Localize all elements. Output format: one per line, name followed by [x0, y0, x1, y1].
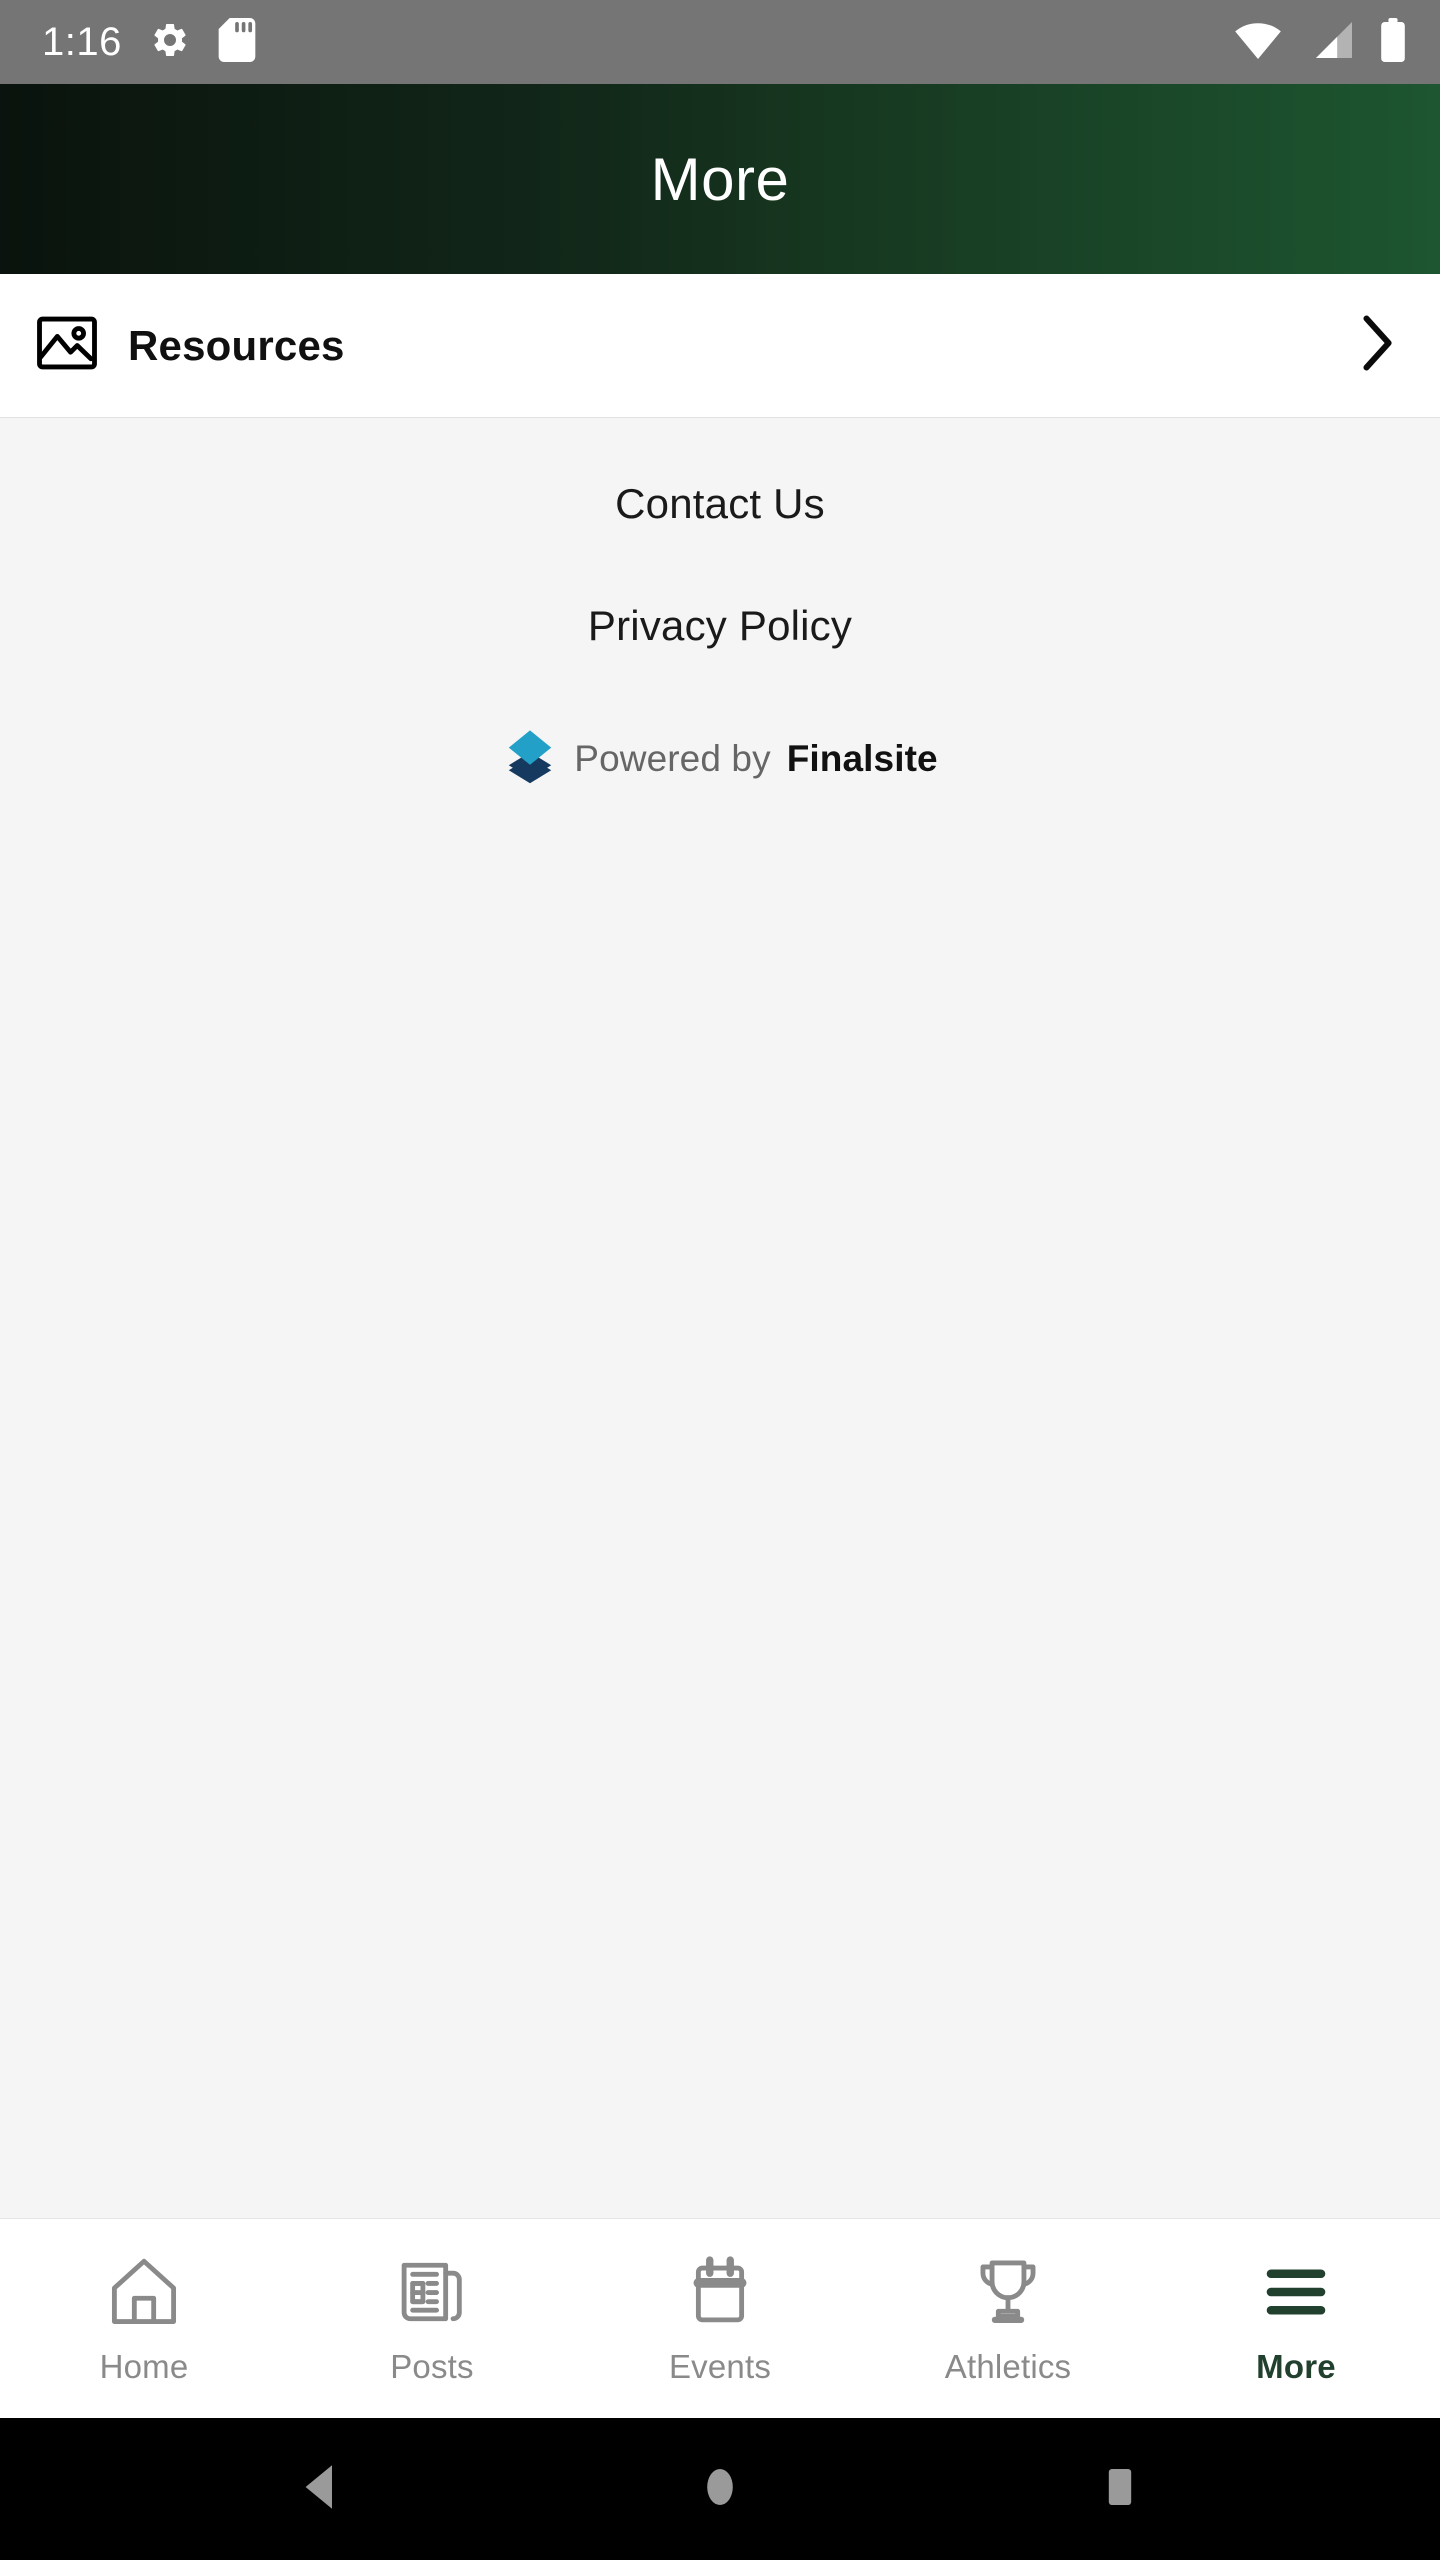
sd-card-icon [218, 17, 256, 67]
finalsite-logo-icon [502, 728, 558, 789]
settings-gear-icon [150, 20, 190, 65]
status-bar-right [1234, 17, 1406, 67]
content-area: Contact Us Privacy Policy Powered by Fin… [0, 418, 1440, 2218]
status-clock: 1:16 [42, 20, 122, 64]
tab-label-more: More [1256, 2347, 1336, 2385]
recents-button[interactable] [1060, 2429, 1180, 2549]
powered-by-label: Powered by [574, 737, 771, 779]
triangle-back-icon [298, 2462, 342, 2517]
circle-home-icon [698, 2461, 742, 2518]
status-bar: 1:16 [0, 0, 1440, 84]
tab-home[interactable]: Home [0, 2219, 288, 2418]
tab-more[interactable]: More [1152, 2219, 1440, 2418]
cellular-signal-icon [1308, 20, 1354, 65]
trophy-icon [971, 2252, 1045, 2332]
android-navigation-bar [0, 2418, 1440, 2560]
privacy-policy-link[interactable]: Privacy Policy [588, 602, 852, 650]
finalsite-brand-label: Finalsite [786, 737, 938, 779]
status-bar-left: 1:16 [42, 17, 256, 67]
contact-us-link[interactable]: Contact Us [615, 480, 825, 528]
tab-label-home: Home [99, 2347, 189, 2385]
home-button[interactable] [660, 2429, 780, 2549]
hamburger-menu-icon [1259, 2252, 1333, 2332]
tab-label-posts: Posts [390, 2347, 474, 2385]
home-icon [107, 2252, 181, 2332]
tab-events[interactable]: Events [576, 2219, 864, 2418]
back-button[interactable] [260, 2429, 380, 2549]
square-recents-icon [1100, 2461, 1140, 2518]
tab-posts[interactable]: Posts [288, 2219, 576, 2418]
tab-label-events: Events [668, 2347, 772, 2385]
wifi-icon [1234, 20, 1282, 65]
menu-item-label: Resources [128, 321, 345, 369]
calendar-icon [683, 2252, 757, 2332]
tab-label-athletics: Athletics [944, 2347, 1072, 2385]
battery-icon [1380, 17, 1406, 67]
image-photo-icon [36, 315, 98, 376]
tab-athletics[interactable]: Athletics [864, 2219, 1152, 2418]
phone-screen: 1:16 More Resources Contact Us Privacy P… [0, 0, 1440, 2560]
powered-by-finalsite[interactable]: Powered by Finalsite [502, 728, 938, 789]
newspaper-icon [395, 2252, 469, 2332]
bottom-tab-bar: Home Posts Events Athletics More [0, 2218, 1440, 2418]
chevron-right-icon [1358, 313, 1398, 378]
app-header: More [0, 84, 1440, 274]
page-title: More [650, 145, 790, 213]
menu-item-resources[interactable]: Resources [0, 274, 1440, 418]
